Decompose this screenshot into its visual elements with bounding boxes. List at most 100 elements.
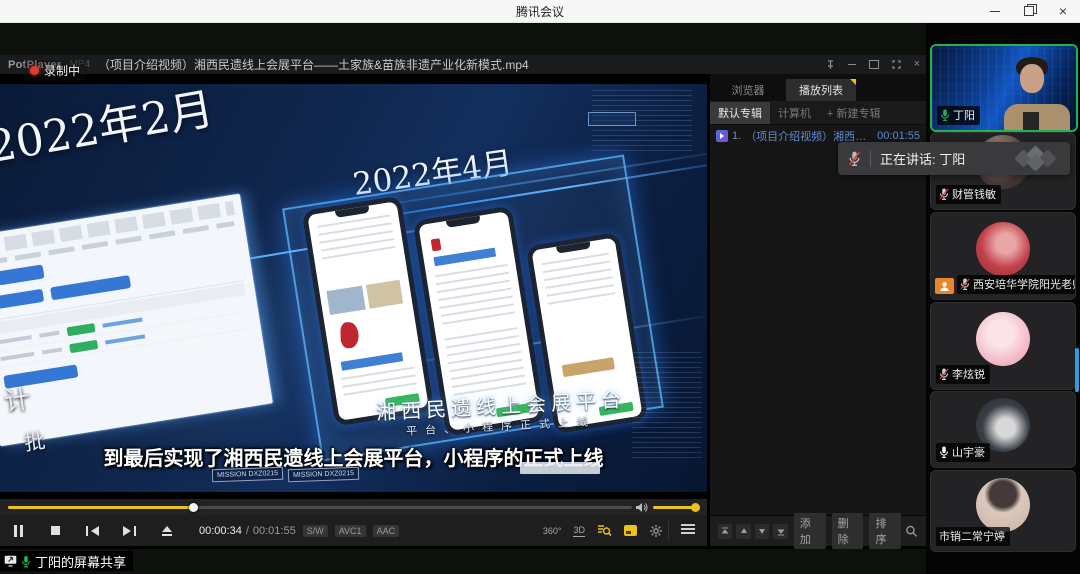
meeting-title: 腾讯会议 <box>516 3 564 20</box>
mic-muted-icon <box>960 278 970 290</box>
audio-codec-badge: AAC <box>373 525 400 537</box>
controls-divider <box>668 521 669 540</box>
player-fullscreen-icon[interactable] <box>892 60 901 69</box>
delete-button[interactable]: 删除 <box>832 513 864 549</box>
video-data-chip <box>588 112 636 126</box>
volume-slider[interactable] <box>653 506 699 509</box>
player-minimize-icon[interactable] <box>848 64 856 65</box>
playlist-empty-area <box>710 147 926 515</box>
window-controls: × <box>988 0 1070 22</box>
participant-nametag: 山宇豪 <box>936 443 990 462</box>
search-icon[interactable] <box>905 524 918 538</box>
logo-diamonds-icon <box>1014 147 1060 171</box>
seek-bar[interactable] <box>8 506 632 509</box>
close-icon[interactable]: × <box>1056 4 1070 18</box>
participant-name: 财管钱敏 <box>952 186 996 202</box>
meeting-window: 腾讯会议 × PotPlayer MP4 （项目介绍视频）湘西民遗线上会展平台—… <box>0 0 1080 574</box>
video-margin-char-bottom: 批 <box>22 425 47 458</box>
player-close-icon[interactable]: × <box>914 59 920 70</box>
album-default[interactable]: 默认专辑 <box>710 102 770 124</box>
participant-name: 李炫锐 <box>952 366 985 382</box>
move-top-button[interactable] <box>718 524 732 539</box>
mic-muted-icon <box>939 368 949 380</box>
sort-button[interactable]: 排序 <box>869 513 901 549</box>
stop-button[interactable] <box>37 515 74 546</box>
participant-video-lixuanrui[interactable]: 李炫锐 <box>930 302 1076 390</box>
player-right-icons: 360° 3D <box>543 515 663 546</box>
participant-nametag: 西安培华学院阳光老师 <box>957 275 1076 294</box>
participant-nametag: 财管钱敏 <box>936 185 1001 204</box>
mic-on-icon <box>939 446 949 458</box>
avatar <box>976 222 1030 276</box>
minimize-icon[interactable] <box>988 4 1002 18</box>
mission-label-2: MISSION DXZ0215 <box>288 467 359 482</box>
pause-button[interactable] <box>0 515 37 546</box>
tab-playlist[interactable]: 播放列表 <box>786 79 856 101</box>
move-down-button[interactable] <box>755 524 769 539</box>
screen-share-banner: 丁阳的屏幕共享 <box>0 551 133 571</box>
potplayer-window: PotPlayer MP4 （项目介绍视频）湘西民遗线上会展平台——土家族&苗族… <box>0 55 926 549</box>
video-desktop-screenshot <box>0 194 273 447</box>
toast-mic-muted-icon <box>848 151 861 166</box>
sidebar-scrollbar[interactable] <box>1075 348 1079 392</box>
video-column: 2022年2月 2022年4月 <box>0 74 707 546</box>
time-separator: / <box>246 525 249 537</box>
seek-thumb[interactable] <box>189 503 198 512</box>
album-computer[interactable]: 计算机 <box>770 102 819 124</box>
seek-progress <box>8 506 193 509</box>
time-display: 00:00:34 / 00:01:55 S/W AVC1 AAC <box>199 525 399 537</box>
album-new[interactable]: + 新建专辑 <box>819 102 888 124</box>
player-controls: 00:00:34 / 00:01:55 S/W AVC1 AAC 360° 3D <box>0 515 707 546</box>
vr-360-icon[interactable]: 360° <box>543 526 562 536</box>
speaking-label: 正在讲话: 丁阳 <box>880 149 965 168</box>
participant-video-yangguanglaoshi[interactable]: 西安培华学院阳光老师 <box>930 212 1076 300</box>
media-file-icon <box>716 130 728 142</box>
avatar <box>976 478 1030 532</box>
participant-sidebar: 丁阳 财管钱敏 <box>926 22 1080 574</box>
person-icon <box>939 281 950 292</box>
next-button[interactable] <box>111 515 148 546</box>
move-up-button[interactable] <box>736 524 750 539</box>
volume-thumb[interactable] <box>691 503 700 512</box>
participant-video-changningting[interactable]: 市销二常宁婷 <box>930 470 1076 552</box>
playlist-item-index: 1. <box>732 130 741 142</box>
video-margin-char-top: 计 <box>2 378 33 418</box>
record-dot-icon <box>30 66 39 75</box>
potplayer-body: 2022年2月 2022年4月 <box>0 74 926 546</box>
restore-icon[interactable] <box>1022 4 1036 18</box>
seek-row <box>0 499 707 515</box>
playlist-toggle-icon[interactable] <box>624 525 637 536</box>
playlist-tabs: 浏览器 播放列表 <box>710 74 926 101</box>
playlist-bottom-bar: 添加 删除 排序 <box>710 515 926 546</box>
participant-nametag: 李炫锐 <box>936 365 990 384</box>
video-filename: （项目介绍视频）湘西民遗线上会展平台——土家族&苗族非遗产业化新模式.mp4 <box>98 56 529 73</box>
settings-gear-icon[interactable] <box>649 524 663 538</box>
previous-button[interactable] <box>74 515 111 546</box>
speaker-icon[interactable] <box>635 502 648 513</box>
share-banner-label: 丁阳的屏幕共享 <box>35 552 126 571</box>
potplayer-titlebar[interactable]: PotPlayer MP4 （项目介绍视频）湘西民遗线上会展平台——土家族&苗族… <box>0 55 926 74</box>
participant-nametag: 丁阳 <box>937 106 980 125</box>
meeting-titlebar: 腾讯会议 × <box>0 0 1080 23</box>
participant-video-shanyuhao[interactable]: 山宇豪 <box>930 391 1076 468</box>
speaking-toast: 正在讲话: 丁阳 <box>838 142 1070 175</box>
pin-icon[interactable] <box>826 60 835 70</box>
player-maximize-icon[interactable] <box>869 60 879 69</box>
mic-on-icon <box>940 109 950 121</box>
browse-search-icon[interactable] <box>597 524 612 537</box>
eject-button[interactable] <box>148 515 185 546</box>
add-button[interactable]: 添加 <box>794 513 826 549</box>
tab-browser[interactable]: 浏览器 <box>710 79 786 101</box>
move-bottom-button[interactable] <box>773 524 787 539</box>
video-canvas: 2022年2月 2022年4月 <box>0 84 707 492</box>
potplayer-window-controls: × <box>826 55 920 74</box>
participant-video-dingyang[interactable]: 丁阳 <box>930 44 1078 132</box>
video-screen[interactable]: 2022年2月 2022年4月 <box>0 74 707 499</box>
volume-control <box>635 502 699 513</box>
participant-nametag: 市销二常宁婷 <box>936 527 1010 546</box>
time-total: 00:01:55 <box>253 525 296 537</box>
shared-screen-region: PotPlayer MP4 （项目介绍视频）湘西民遗线上会展平台——土家族&苗族… <box>0 22 926 574</box>
player-menu-icon[interactable] <box>681 524 695 534</box>
toast-divider <box>870 151 871 167</box>
3d-icon[interactable]: 3D <box>573 525 585 537</box>
